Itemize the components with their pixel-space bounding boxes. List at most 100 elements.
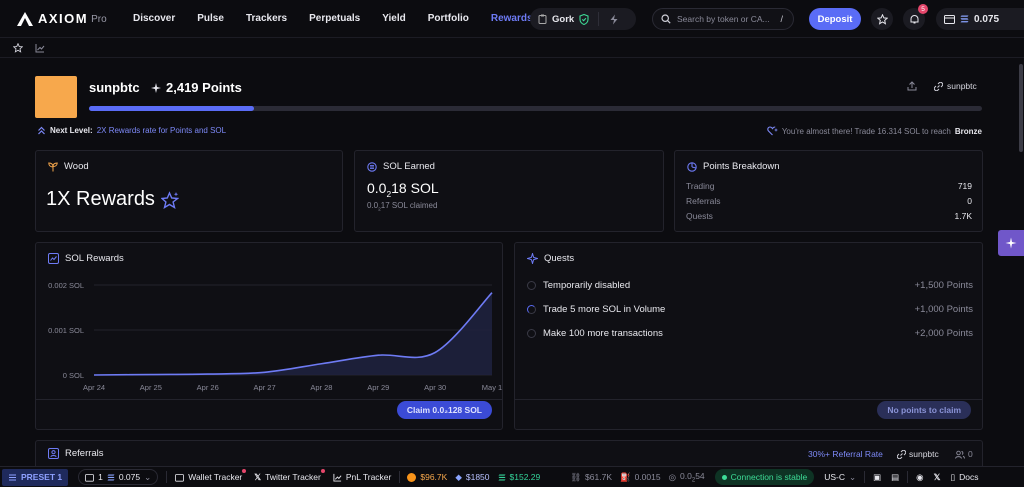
chevron-down-icon: ⌄ [144, 471, 152, 482]
nav-rewards[interactable]: Rewards [491, 13, 533, 24]
watchlist-button[interactable] [871, 8, 893, 30]
rewards-multiplier-text: 1X Rewards [46, 188, 155, 210]
docs-link[interactable]: ▯ Docs [950, 472, 978, 483]
pnl-tracker-button[interactable]: PnL Tracker [333, 472, 392, 482]
link-icon [934, 81, 943, 91]
x-tick-label: Apr 29 [367, 383, 389, 392]
star-icon[interactable] [13, 43, 23, 53]
tier-name: Wood [64, 161, 89, 172]
chart-icon[interactable] [35, 43, 45, 53]
pnl-tracker-label: PnL Tracker [345, 472, 392, 482]
nav-trackers[interactable]: Trackers [246, 13, 287, 24]
quest-label: Temporarily disabled [543, 280, 631, 291]
preset-button[interactable]: PRESET 1 [2, 468, 69, 486]
users-icon [48, 448, 59, 459]
logo[interactable]: AXIOM Pro [17, 11, 115, 26]
points-breakdown-label: Points Breakdown [703, 161, 780, 172]
x-logo-icon[interactable]: 𝕏 [934, 472, 941, 483]
sol-earned-card: SOL Earned 0.0218 SOL 0.0217 SOL claimed [354, 150, 664, 232]
quest-item[interactable]: Trade 5 more SOL in Volume +1,000 Points [527, 304, 973, 315]
next-level-info: Next Level: 2X Rewards rate for Points a… [37, 126, 226, 135]
users-icon [955, 450, 965, 459]
divider [907, 471, 909, 483]
avatar [35, 76, 77, 118]
divider [598, 12, 600, 26]
rewards-multiplier: 1X Rewards [46, 188, 179, 211]
breakdown-row-trading: Trading 719 [686, 181, 972, 191]
bookmark-icon[interactable]: ▤ [891, 472, 899, 483]
next-level-text: 2X Rewards rate for Points and SOL [96, 126, 227, 135]
market-cap: ⛓ $61.7K [570, 471, 612, 483]
no-points-button[interactable]: No points to claim [877, 401, 971, 419]
referral-handle: sunpbtc [909, 449, 939, 459]
referral-rate[interactable]: 30%+ Referral Rate [808, 449, 883, 459]
nav-pulse[interactable]: Pulse [197, 13, 224, 24]
claim-sol-button[interactable]: Claim 0.0₂128 SOL [396, 401, 492, 419]
notification-dot [320, 468, 325, 473]
nav-perpetuals[interactable]: Perpetuals [309, 13, 360, 24]
y-tick-label: 0.002 SOL [48, 281, 84, 290]
sol-rewards-chart: 0.002 SOL 0.001 SOL 0 SOL Apr 24 Apr 25 Apr 2… [48, 281, 502, 392]
quest-label: Make 100 more transactions [543, 328, 663, 339]
connection-status[interactable]: Connection is stable [714, 469, 815, 485]
coin-icon [367, 161, 377, 172]
wallet-selector[interactable]: 1 0.075 ⌄ [78, 469, 159, 485]
logo-text: AXIOM [38, 11, 89, 26]
side-rewards-tab[interactable] [998, 230, 1024, 256]
gork-pill[interactable]: Gork [530, 8, 636, 30]
sparkle-icon [1005, 237, 1017, 249]
status-dot [721, 474, 727, 480]
x-tick-label: Apr 28 [310, 383, 332, 392]
quest-item[interactable]: Temporarily disabled +1,500 Points [527, 280, 973, 291]
x-tick-label: May 1 [482, 383, 502, 392]
wallet-tracker-button[interactable]: Wallet Tracker [175, 469, 247, 482]
points-breakdown-card: Points Breakdown Trading 719 Referrals 0 Q… [674, 150, 983, 232]
tier-card-title: Wood [48, 161, 89, 172]
sol-claimed-amount: 0.0217 SOL claimed [367, 201, 438, 213]
logo-sub: Pro [91, 14, 107, 25]
wallet-button[interactable]: 0.075 [936, 8, 1024, 30]
referral-count: 0 [955, 449, 973, 459]
nav-portfolio[interactable]: Portfolio [428, 13, 469, 24]
divider [864, 471, 866, 483]
sol-earned-title: SOL Earned [367, 161, 435, 172]
search-box[interactable]: Search by token or CA... / [652, 8, 794, 30]
discord-icon[interactable]: ◉ [916, 472, 923, 483]
deposit-button[interactable]: Deposit [809, 8, 861, 30]
share-icon[interactable] [907, 81, 917, 91]
notifications-button[interactable]: 5 [903, 4, 928, 30]
shield-check-icon [579, 13, 589, 25]
solana-icon [960, 15, 969, 23]
sparkle-icon [151, 82, 161, 93]
series-area [94, 292, 492, 375]
sparkle-star-icon [160, 190, 179, 209]
lightning-icon[interactable] [609, 14, 619, 25]
quests-label: Quests [544, 253, 575, 264]
quest-label: Trade 5 more SOL in Volume [543, 304, 666, 315]
level-progress-bar [89, 106, 982, 111]
wallet-count: 1 [98, 472, 103, 482]
solana-icon [498, 473, 506, 480]
chart-icon [333, 473, 342, 482]
bell-icon [910, 14, 918, 23]
bitcoin-icon [407, 472, 417, 482]
wallet-icon [175, 473, 185, 482]
layout-icon[interactable]: ▣ [873, 472, 881, 483]
document-icon: ▯ [950, 471, 956, 482]
x-tick-label: Apr 30 [424, 383, 446, 392]
search-input[interactable]: Search by token or CA... [677, 14, 774, 24]
referral-handle-link[interactable]: sunpbtc [897, 449, 939, 459]
quest-progress-ring [527, 305, 536, 314]
scrollbar-thumb[interactable] [1019, 64, 1023, 152]
sol-earned-label: SOL Earned [383, 161, 435, 172]
quests-title: Quests [527, 253, 574, 264]
wallet-icon [944, 15, 955, 24]
pie-chart-icon [687, 161, 697, 172]
quest-item[interactable]: Make 100 more transactions +2,000 Points [527, 328, 973, 339]
profile-handle-link[interactable]: sunpbtc [934, 81, 977, 91]
fuel-icon: ⛽ [620, 471, 631, 482]
twitter-tracker-button[interactable]: 𝕏 Twitter Tracker [254, 468, 325, 483]
region-selector[interactable]: US-C ⌄ [824, 472, 856, 483]
nav-yield[interactable]: Yield [382, 13, 406, 24]
nav-discover[interactable]: Discover [133, 13, 175, 24]
